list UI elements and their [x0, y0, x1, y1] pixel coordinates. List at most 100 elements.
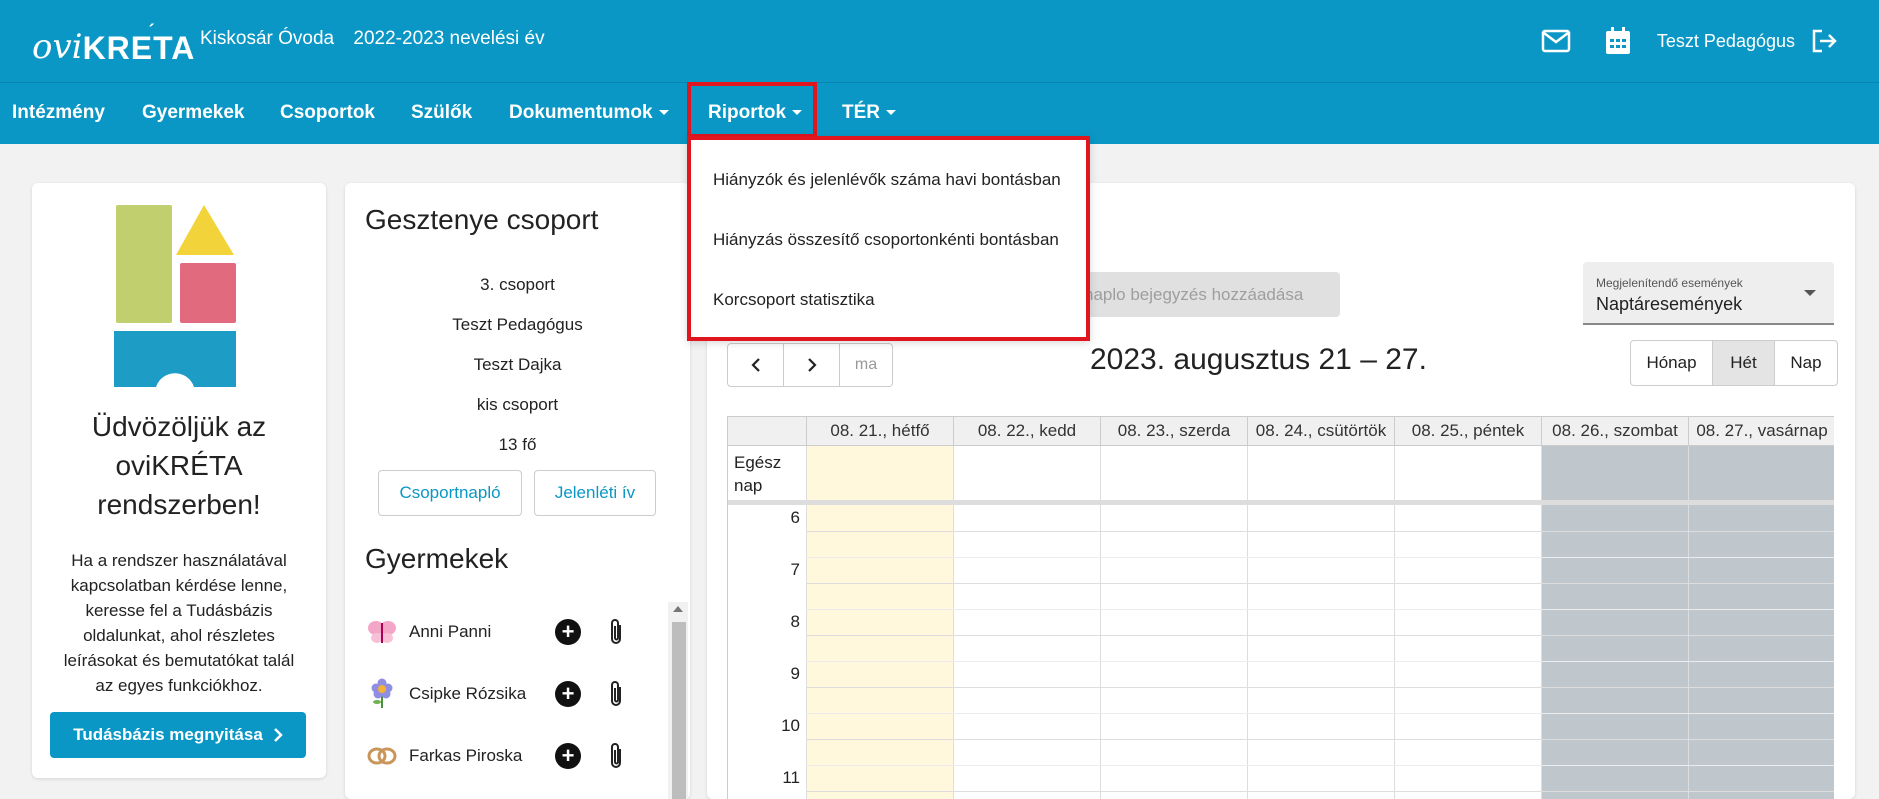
nav-gyermekek[interactable]: Gyermekek [142, 83, 244, 143]
prev-week-button[interactable] [728, 344, 784, 386]
day-column-sat[interactable] [1541, 446, 1688, 799]
nav-ter[interactable]: TÉR [842, 83, 896, 143]
day-header-tue[interactable]: 08. 22., kedd [953, 417, 1100, 446]
grid-line [806, 531, 1834, 532]
logo-kreta-text: KRETA [82, 30, 196, 66]
view-day-button[interactable]: Nap [1775, 341, 1837, 385]
day-header-wed[interactable]: 08. 23., szerda [1100, 417, 1247, 446]
logo-ovi: ovi [32, 27, 83, 67]
day-header-thu[interactable]: 08. 24., csütörtök [1247, 417, 1394, 446]
chevron-right-icon [807, 358, 817, 372]
help-line: Ha a rendszer használatával [71, 551, 287, 570]
add-icon[interactable]: + [555, 619, 581, 645]
list-item[interactable]: Anni Panni + [365, 614, 629, 650]
welcome-card: Üdvözöljük az oviKRÉTA rendszerben! Ha a… [32, 183, 326, 778]
day-column-tue[interactable] [953, 446, 1100, 799]
grid-line [806, 609, 1834, 610]
group-assistant: Teszt Dajka [473, 355, 562, 374]
nav-dokumentumok[interactable]: Dokumentumok [509, 83, 669, 143]
knowledge-base-button[interactable]: Tudásbázis megnyitása [50, 712, 306, 758]
nav-szulok[interactable]: Szülők [411, 83, 472, 143]
day-header-sun[interactable]: 08. 27., vasárnap [1688, 417, 1834, 446]
user-name[interactable]: Teszt Pedagógus [1657, 31, 1795, 52]
events-select[interactable]: Megjelenítendő események Naptáresemények [1583, 262, 1834, 325]
caret-down-icon [1804, 290, 1816, 296]
butterfly-icon [365, 615, 399, 649]
day-column-wed[interactable] [1100, 446, 1247, 799]
attendance-sheet-button[interactable]: Jelenléti ív [534, 470, 656, 516]
day-column-fri[interactable] [1394, 446, 1541, 799]
day-column-mon[interactable] [806, 446, 953, 799]
button-label: naplo bejegyzés hozzáadása [1084, 284, 1304, 304]
attachment-icon[interactable] [603, 679, 629, 709]
riportok-highlight [687, 82, 817, 138]
mail-icon[interactable] [1537, 22, 1575, 60]
main-nav: Intézmény Gyermekek Csoportok Szülők Dok… [0, 82, 1879, 144]
all-day-line: nap [734, 476, 763, 495]
events-select-label: Megjelenítendő események [1596, 276, 1743, 290]
week-title: 2023. augusztus 21 – 27. [1090, 343, 1427, 376]
nav-label: Szülők [411, 102, 473, 123]
list-item[interactable]: Csipke Rózsika + [365, 676, 629, 712]
chevron-right-icon [273, 728, 283, 742]
kids-title: Gyermekek [365, 543, 509, 574]
view-month-button[interactable]: Hónap [1631, 341, 1713, 385]
group-journal-button[interactable]: Csoportnapló [378, 470, 522, 516]
day-header-fri[interactable]: 08. 25., péntek [1394, 417, 1541, 446]
menu-item-absence-by-group[interactable]: Hiányzás összesítő csoportonkénti bontás… [713, 230, 1059, 250]
grid-line [806, 713, 1834, 714]
top-bar: ovi KRETA ´ Kiskosár Óvoda 2022-2023 nev… [0, 0, 1879, 82]
scroll-thumb[interactable] [672, 622, 686, 799]
logo-kreta: KRETA ´ [82, 22, 196, 66]
grid-line [806, 739, 1834, 740]
button-label: Jelenléti ív [554, 483, 636, 502]
nav-label: Dokumentumok [509, 102, 653, 123]
grid-line [806, 557, 1834, 558]
day-header-sat[interactable]: 08. 26., szombat [1541, 417, 1688, 446]
nav-label: Intézmény [12, 102, 105, 123]
add-icon[interactable]: + [555, 743, 581, 769]
day-header-mon[interactable]: 08. 21., hétfő [806, 417, 953, 446]
grid-line [806, 687, 1834, 688]
group-teacher: Teszt Pedagógus [452, 315, 583, 334]
help-line: kapcsolatban kérdése lenne, [70, 576, 288, 595]
scroll-up-icon[interactable] [673, 606, 683, 612]
add-icon[interactable]: + [555, 681, 581, 707]
calendar-icon[interactable] [1599, 22, 1637, 60]
grid-line [806, 661, 1834, 662]
next-week-button[interactable] [784, 344, 840, 386]
pretzel-icon [365, 739, 399, 773]
hour-label: 11 [782, 768, 800, 787]
kid-name: Csipke Rózsika [409, 684, 527, 703]
view-week-button[interactable]: Hét [1713, 341, 1775, 385]
list-item[interactable]: Farkas Piroska + [365, 738, 629, 774]
add-journal-entry-button[interactable]: naplo bejegyzés hozzáadása [1060, 272, 1340, 317]
day-column-sun[interactable] [1688, 446, 1834, 799]
grid-line [806, 635, 1834, 636]
hour-label: 10 [781, 716, 800, 735]
nav-label: Gyermekek [142, 102, 245, 123]
menu-item-absence-monthly[interactable]: Hiányzók és jelenlévők száma havi bontás… [713, 170, 1061, 190]
kid-name: Anni Panni [409, 622, 492, 641]
hour-label: 7 [790, 560, 800, 579]
menu-item-age-group-stats[interactable]: Korcsoport statisztika [713, 290, 875, 310]
illustration-blocks-icon [114, 205, 236, 387]
logo[interactable]: ovi KRETA ´ [32, 18, 195, 64]
all-day-line: Egész [734, 453, 782, 472]
welcome-line: oviKRÉTA [115, 450, 243, 481]
welcome-title: Üdvözöljük az oviKRÉTA rendszerben! [32, 407, 326, 524]
logo-accent: ´ [148, 21, 156, 41]
caret-down-icon [658, 110, 669, 116]
attachment-icon[interactable] [603, 617, 629, 647]
group-number: 3. csoport [480, 275, 555, 294]
nav-intezmeny[interactable]: Intézmény [12, 83, 105, 143]
today-button[interactable]: ma [840, 344, 892, 386]
institution-info: Kiskosár Óvoda 2022-2023 nevelési év [200, 28, 559, 50]
day-column-thu[interactable] [1247, 446, 1394, 799]
school-year: 2022-2023 nevelési év [353, 28, 545, 49]
all-day-label: Egész nap [734, 451, 781, 497]
logout-icon[interactable] [1805, 22, 1843, 60]
attachment-icon[interactable] [603, 741, 629, 771]
help-line: keresse fel a Tudásbázis [85, 601, 273, 620]
nav-csoportok[interactable]: Csoportok [280, 83, 375, 143]
